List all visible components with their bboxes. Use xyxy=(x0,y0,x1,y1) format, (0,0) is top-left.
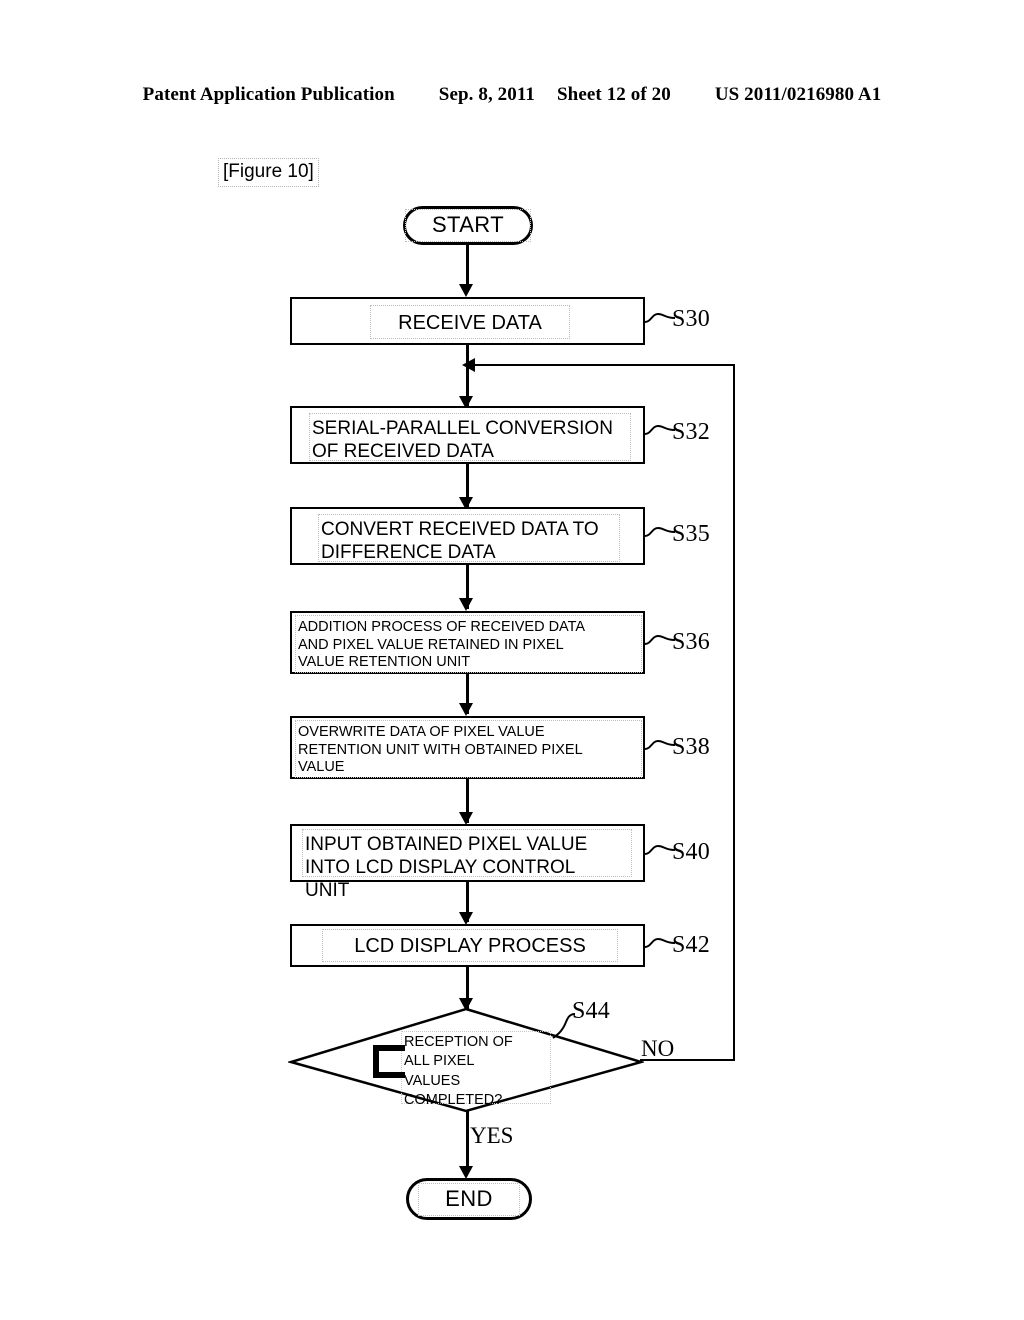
step-ref-s36: S36 xyxy=(672,629,710,655)
flowchart-step-s40: INPUT OBTAINED PIXEL VALUE INTO LCD DISP… xyxy=(290,824,645,901)
figure-label: [Figure 10] xyxy=(218,158,319,187)
flowchart-step-s36: ADDITION PROCESS OF RECEIVED DATA AND PI… xyxy=(290,611,645,674)
flowchart-start-node: START xyxy=(403,206,533,245)
step-ref-s42: S42 xyxy=(672,932,710,958)
flowchart-step-s30-label: RECEIVE DATA xyxy=(370,305,570,339)
decision-no-label: NO xyxy=(641,1036,675,1061)
connector-start-to-s30 xyxy=(466,245,469,285)
step-ref-s30: S30 xyxy=(672,306,710,332)
flowchart-step-s38: OVERWRITE DATA OF PIXEL VALUE RETENTION … xyxy=(290,716,645,779)
feedback-loop-horizontal xyxy=(472,364,735,366)
flowchart-end-node: END xyxy=(406,1178,532,1220)
header-patent-number: US 2011/0216980 A1 xyxy=(714,84,882,105)
connector-s44-to-end xyxy=(466,1111,469,1173)
header-date-text: Sep. 8, 2011 xyxy=(438,84,536,105)
flowchart-step-s30: RECEIVE DATA xyxy=(290,297,645,345)
arrowhead-start-to-s30 xyxy=(459,284,473,297)
arrowhead-feedback-loop xyxy=(462,358,475,372)
flowchart-start-label: START xyxy=(404,209,532,242)
arrowhead-s35-to-s36 xyxy=(459,598,473,611)
header-publication-text: Patent Application Publication xyxy=(142,84,395,105)
step-ref-s40: S40 xyxy=(672,839,710,865)
decision-yes-label: YES xyxy=(470,1123,514,1148)
flowchart-step-s40-label: INPUT OBTAINED PIXEL VALUE INTO LCD DISP… xyxy=(302,829,632,901)
flowchart-step-s36-label: ADDITION PROCESS OF RECEIVED DATA AND PI… xyxy=(295,615,642,673)
step-ref-s44: S44 xyxy=(572,998,610,1024)
flowchart-step-s35: CONVERT RECEIVED DATA TO DIFFERENCE DATA xyxy=(290,507,645,565)
header-sheet-text: Sheet 12 of 20 xyxy=(557,84,671,105)
flowchart-step-s42-label: LCD DISPLAY PROCESS xyxy=(322,929,618,962)
arrowhead-s36-to-s38 xyxy=(459,703,473,716)
flowchart-step-s35-label: CONVERT RECEIVED DATA TO DIFFERENCE DATA xyxy=(318,514,620,563)
flowchart-step-s42: LCD DISPLAY PROCESS xyxy=(290,924,645,967)
step-ref-s32: S32 xyxy=(672,419,710,445)
decision-bracket-artifact xyxy=(373,1045,405,1078)
flowchart-decision-s44-label: RECEPTION OF ALL PIXEL VALUES COMPLETED? xyxy=(401,1031,551,1108)
step-ref-s35: S35 xyxy=(672,521,710,547)
page-header: Patent Application Publication Sep. 8, 2… xyxy=(0,84,1024,106)
feedback-loop-vertical xyxy=(733,364,735,1061)
flowchart-step-s32: SERIAL-PARALLEL CONVERSION OF RECEIVED D… xyxy=(290,406,645,464)
flowchart-step-s38-label: OVERWRITE DATA OF PIXEL VALUE RETENTION … xyxy=(295,720,642,778)
flowchart-step-s32-label: SERIAL-PARALLEL CONVERSION OF RECEIVED D… xyxy=(309,413,631,462)
flowchart-end-label: END xyxy=(418,1182,520,1216)
step-ref-s38: S38 xyxy=(672,734,710,760)
